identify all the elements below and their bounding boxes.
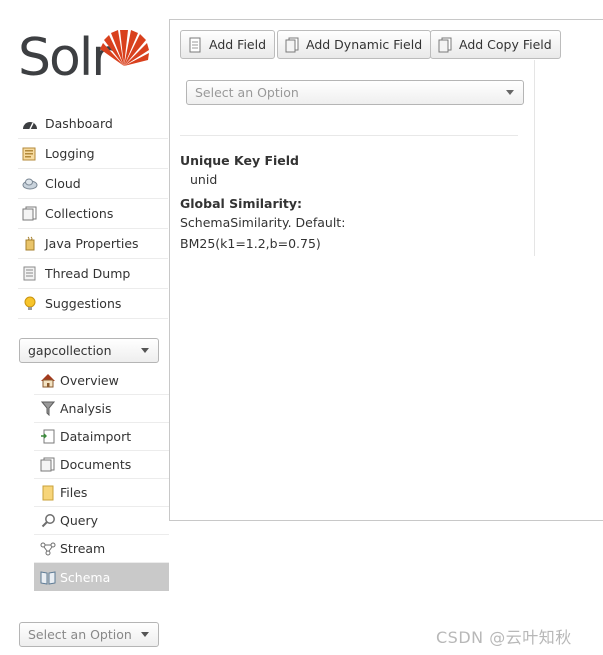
bulb-icon bbox=[21, 296, 39, 312]
solr-sun-icon bbox=[100, 30, 149, 66]
unique-key-value: unid bbox=[190, 172, 218, 187]
core-selector[interactable]: gapcollection bbox=[19, 338, 159, 363]
nav-item-cloud[interactable]: Cloud bbox=[18, 169, 168, 199]
nav-item-java-properties[interactable]: Java Properties bbox=[18, 229, 168, 259]
core-menu-label: Files bbox=[60, 485, 88, 500]
nav-item-label: Collections bbox=[45, 206, 114, 221]
nav-item-thread-dump[interactable]: Thread Dump bbox=[18, 259, 168, 289]
section-divider bbox=[180, 135, 518, 136]
nav-item-label: Cloud bbox=[45, 176, 81, 191]
core-menu-item-schema[interactable]: Schema bbox=[34, 563, 169, 591]
java-icon bbox=[21, 236, 39, 252]
core-menu-label: Schema bbox=[60, 569, 111, 585]
field-selector-placeholder: Select an Option bbox=[195, 85, 299, 100]
chevron-down-icon bbox=[506, 90, 514, 95]
core-menu-label: Query bbox=[60, 513, 98, 528]
global-similarity-title: Global Similarity: bbox=[180, 196, 303, 211]
watermark: CSDN @云叶知秋 bbox=[436, 628, 572, 647]
dashboard-icon bbox=[21, 116, 39, 132]
nav-item-label: Suggestions bbox=[45, 296, 122, 311]
core-menu-item-analysis[interactable]: Analysis bbox=[34, 395, 169, 423]
add-copy-field-label: Add Copy Field bbox=[459, 37, 552, 52]
core-menu-label: Documents bbox=[60, 457, 132, 472]
core-menu-item-files[interactable]: Files bbox=[34, 479, 169, 507]
nav-item-logging[interactable]: Logging bbox=[18, 139, 168, 169]
main-nav: Dashboard Logging Cloud Collections Java… bbox=[18, 109, 168, 319]
home-icon bbox=[40, 373, 56, 389]
document-icon bbox=[187, 36, 203, 53]
core-menu-item-dataimport[interactable]: Dataimport bbox=[34, 423, 169, 451]
core-menu-label: Analysis bbox=[60, 401, 112, 416]
dataimport-icon bbox=[40, 429, 56, 445]
core-selector-value: gapcollection bbox=[28, 343, 112, 358]
nav-item-suggestions[interactable]: Suggestions bbox=[18, 289, 168, 319]
copy-icon bbox=[437, 36, 453, 53]
add-field-label: Add Field bbox=[209, 37, 267, 52]
magnifier-icon bbox=[40, 513, 56, 529]
nav-item-collections[interactable]: Collections bbox=[18, 199, 168, 229]
book-icon bbox=[40, 569, 56, 585]
bottom-selector[interactable]: Select an Option bbox=[19, 622, 159, 647]
core-menu-item-overview[interactable]: Overview bbox=[34, 367, 169, 395]
core-menu-item-stream[interactable]: Stream bbox=[34, 535, 169, 563]
core-menu-item-documents[interactable]: Documents bbox=[34, 451, 169, 479]
add-dynamic-field-label: Add Dynamic Field bbox=[306, 37, 423, 52]
core-menu-label: Stream bbox=[60, 541, 106, 556]
documents-icon bbox=[284, 36, 300, 53]
global-similarity-line-1: SchemaSimilarity. Default: bbox=[180, 215, 346, 230]
core-menu-label: Dataimport bbox=[60, 429, 132, 444]
chevron-down-icon bbox=[141, 348, 149, 353]
nav-item-label: Dashboard bbox=[45, 116, 113, 131]
stream-icon bbox=[40, 541, 56, 557]
logging-icon bbox=[21, 146, 39, 162]
panel-divider bbox=[534, 60, 535, 256]
nav-item-label: Java Properties bbox=[45, 236, 139, 251]
core-menu-label: Overview bbox=[60, 373, 119, 388]
field-selector[interactable]: Select an Option bbox=[186, 80, 524, 105]
logo-text: Solr bbox=[18, 28, 113, 88]
bottom-selector-placeholder: Select an Option bbox=[28, 627, 132, 642]
core-menu-item-query[interactable]: Query bbox=[34, 507, 169, 535]
global-similarity-line-2: BM25(k1=1.2,b=0.75) bbox=[180, 236, 321, 251]
add-field-button[interactable]: Add Field bbox=[180, 30, 276, 59]
solr-logo[interactable]: Solr bbox=[18, 16, 150, 88]
add-copy-field-button[interactable]: Add Copy Field bbox=[430, 30, 561, 59]
collections-icon bbox=[21, 206, 39, 222]
thread-dump-icon bbox=[21, 266, 39, 282]
folder-icon bbox=[40, 485, 56, 501]
nav-item-label: Thread Dump bbox=[45, 266, 131, 281]
nav-item-label: Logging bbox=[45, 146, 95, 161]
nav-item-dashboard[interactable]: Dashboard bbox=[18, 109, 168, 139]
documents-icon bbox=[40, 457, 56, 473]
chevron-down-icon bbox=[141, 632, 149, 637]
funnel-icon bbox=[40, 401, 56, 417]
cloud-icon bbox=[21, 176, 39, 192]
unique-key-title: Unique Key Field bbox=[180, 153, 299, 168]
add-dynamic-field-button[interactable]: Add Dynamic Field bbox=[277, 30, 432, 59]
core-menu: Overview Analysis Dataimport Documents F… bbox=[34, 367, 169, 591]
